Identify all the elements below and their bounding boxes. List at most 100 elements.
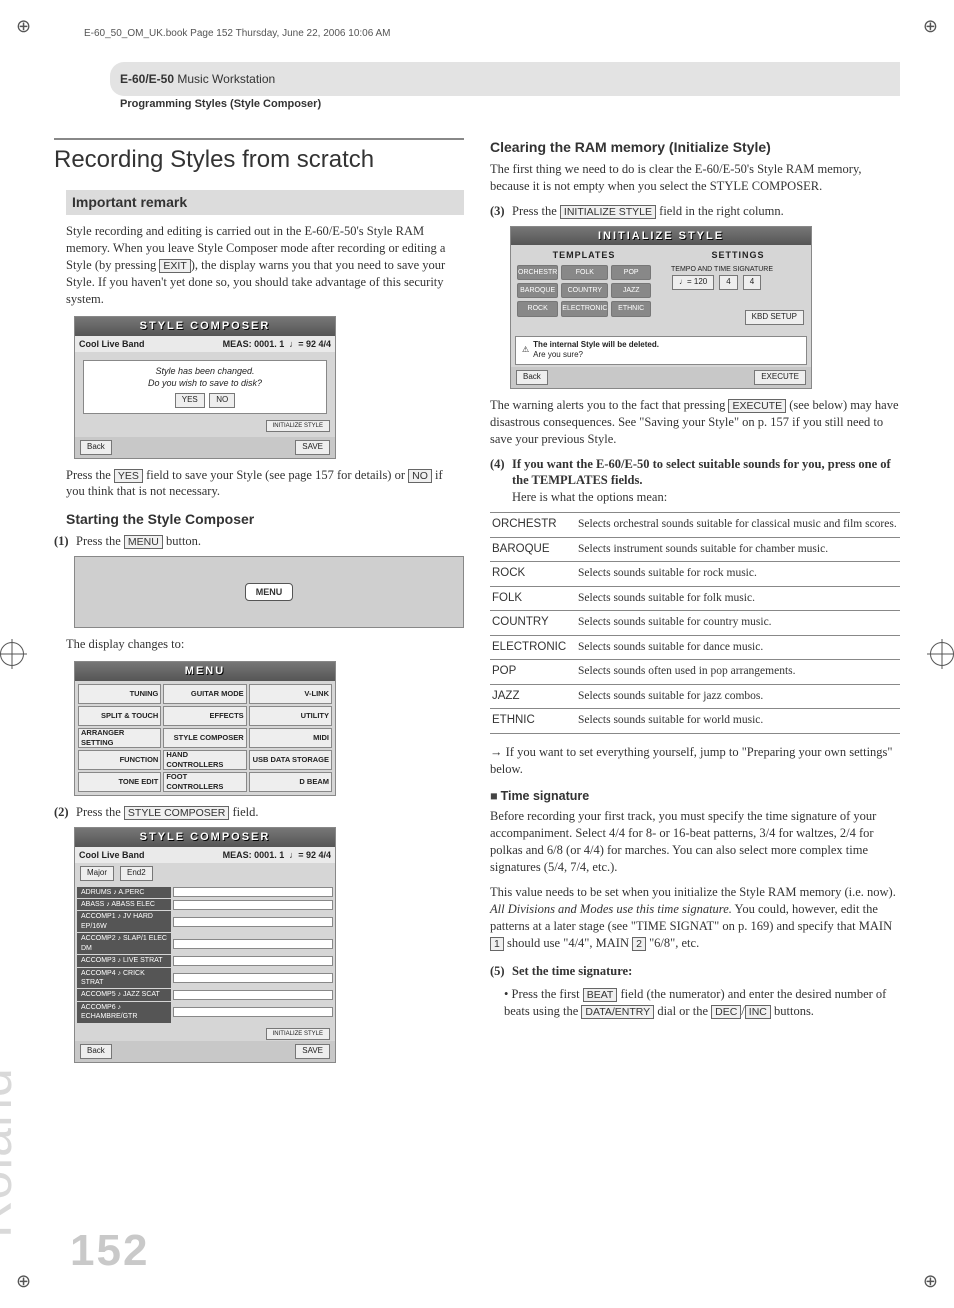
template-button[interactable]: ETHNIC — [611, 301, 651, 316]
template-button[interactable]: BAROQUE — [517, 283, 558, 298]
clear-body-text: The first thing we need to do is clear t… — [490, 161, 900, 195]
screenshot-title: STYLE COMPOSER — [75, 317, 335, 336]
time-signature-heading: Time signature — [490, 788, 900, 805]
track-label[interactable]: ABASS ♪ ABASS ELEC — [77, 899, 171, 910]
warning-icon: ⚠ — [522, 345, 529, 356]
tempo-field[interactable]: ♩= 120 — [672, 275, 714, 290]
menu-item[interactable]: HAND CONTROLLERS — [163, 750, 246, 770]
registration-mark-icon — [930, 642, 954, 666]
step-number: (4) — [490, 456, 512, 507]
template-button[interactable]: FOLK — [561, 265, 608, 280]
template-button[interactable]: ELECTRONIC — [561, 301, 608, 316]
table-row: ETHNICSelects sounds suitable for world … — [490, 709, 900, 734]
starting-composer-heading: Starting the Style Composer — [66, 510, 464, 529]
beat-numerator[interactable]: 4 — [719, 275, 737, 290]
menu-item[interactable]: UTILITY — [249, 706, 332, 726]
data-entry-label: DATA/ENTRY — [581, 1005, 654, 1019]
book-meta-line: E-60_50_OM_UK.book Page 152 Thursday, Ju… — [84, 28, 391, 39]
screenshot-style-composer-save: STYLE COMPOSER Cool Live Band MEAS: 0001… — [74, 316, 336, 459]
save-button[interactable]: SAVE — [295, 1044, 330, 1059]
track-label[interactable]: ADRUMS ♪ A.PERC — [77, 887, 171, 898]
back-button[interactable]: Back — [516, 370, 548, 385]
template-button[interactable]: POP — [611, 265, 651, 280]
clearing-ram-heading: Clearing the RAM memory (Initialize Styl… — [490, 138, 900, 157]
menu-item[interactable]: V-LINK — [249, 684, 332, 704]
initialize-style-button[interactable]: INITIALIZE STYLE — [266, 1028, 330, 1040]
left-column: Recording Styles from scratch Important … — [54, 138, 464, 1071]
execute-field-label: EXECUTE — [728, 399, 786, 413]
settings-heading: SETTINGS — [671, 249, 805, 261]
menu-callout-label: MENU — [245, 583, 294, 601]
table-row: FOLKSelects sounds suitable for folk mus… — [490, 586, 900, 611]
product-suffix: Music Workstation — [174, 72, 275, 86]
table-row: POPSelects sounds often used in pop arra… — [490, 660, 900, 685]
beat-field-label: BEAT — [583, 988, 618, 1002]
execute-warning-text: The warning alerts you to the fact that … — [490, 397, 900, 448]
track-label[interactable]: ACCOMP1 ♪ JV HARD EP/16W — [77, 911, 171, 932]
back-button[interactable]: Back — [80, 1044, 112, 1059]
table-row: COUNTRYSelects sounds suitable for count… — [490, 611, 900, 636]
menu-item[interactable]: TONE EDIT — [78, 772, 161, 792]
mode-field[interactable]: Major — [80, 866, 114, 881]
menu-item[interactable]: STYLE COMPOSER — [163, 728, 246, 748]
no-button[interactable]: NO — [209, 393, 235, 408]
remark-body: Style recording and editing is carried o… — [66, 223, 464, 307]
division-field[interactable]: End2 — [120, 866, 153, 881]
back-button[interactable]: Back — [80, 440, 112, 455]
no-field-label: NO — [408, 469, 432, 483]
track-label[interactable]: ACCOMP3 ♪ LIVE STRAT — [77, 955, 171, 966]
crop-mark-icon: ⊕ — [923, 16, 938, 37]
kbd-setup-button[interactable]: KBD SETUP — [745, 310, 804, 325]
table-row: BAROQUESelects instrument sounds suitabl… — [490, 537, 900, 562]
menu-item[interactable]: USB DATA STORAGE — [249, 750, 332, 770]
page-number: 152 — [70, 1226, 149, 1276]
beat-denominator[interactable]: 4 — [743, 275, 761, 290]
crop-mark-icon: ⊕ — [923, 1271, 938, 1292]
tsig-paragraph-1: Before recording your first track, you m… — [490, 808, 900, 876]
yes-no-instruction: Press the YES field to save your Style (… — [66, 467, 464, 501]
yes-field-label: YES — [114, 469, 143, 483]
product-name: E-60/E-50 — [120, 72, 174, 86]
templates-heading: TEMPLATES — [517, 249, 651, 261]
step5-bullet: Press the first BEAT field (the numerato… — [504, 986, 900, 1020]
menu-item[interactable]: SPLIT & TOUCH — [78, 706, 161, 726]
track-label[interactable]: ACCOMP6 ♪ ECHAMBRE/GTR — [77, 1002, 171, 1023]
menu-item[interactable]: EFFECTS — [163, 706, 246, 726]
table-row: ORCHESTRSelects orchestral sounds suitab… — [490, 513, 900, 538]
menu-item[interactable]: ARRANGER SETTING — [78, 728, 161, 748]
screenshot-title: STYLE COMPOSER — [75, 828, 335, 847]
screenshot-menu: MENU TUNING GUITAR MODE V-LINK SPLIT & T… — [74, 661, 336, 796]
style-composer-field-label: STYLE COMPOSER — [124, 806, 229, 820]
exit-button-label: EXIT — [159, 259, 190, 273]
track-label[interactable]: ACCOMP5 ♪ JAZZ SCAT — [77, 989, 171, 1000]
menu-item[interactable]: TUNING — [78, 684, 161, 704]
initialize-style-field-label: INITIALIZE STYLE — [560, 205, 656, 219]
tsig-paragraph-2: This value needs to be set when you init… — [490, 884, 900, 952]
execute-button[interactable]: EXECUTE — [754, 370, 806, 385]
template-button[interactable]: ROCK — [517, 301, 558, 316]
warning-box: ⚠ The internal Style will be deleted.Are… — [515, 336, 807, 366]
menu-button-label: MENU — [124, 535, 163, 549]
menu-item[interactable]: FUNCTION — [78, 750, 161, 770]
song-name: Cool Live Band — [79, 849, 145, 861]
main-1-label: 1 — [490, 937, 504, 951]
track-label[interactable]: ACCOMP4 ♪ CRICK STRAT — [77, 968, 171, 989]
crop-mark-icon: ⊕ — [16, 16, 31, 37]
template-button[interactable]: JAZZ — [611, 283, 651, 298]
menu-item[interactable]: FOOT CONTROLLERS — [163, 772, 246, 792]
save-button[interactable]: SAVE — [295, 440, 330, 455]
menu-item[interactable]: GUITAR MODE — [163, 684, 246, 704]
initialize-style-button[interactable]: INITIALIZE STYLE — [266, 420, 330, 432]
jump-note: → If you want to set everything yourself… — [490, 744, 900, 778]
templates-table: ORCHESTRSelects orchestral sounds suitab… — [490, 512, 900, 734]
step-number: (1) — [54, 533, 76, 550]
menu-item[interactable]: D BEAM — [249, 772, 332, 792]
table-row: ROCKSelects sounds suitable for rock mus… — [490, 562, 900, 587]
template-button[interactable]: ORCHESTR — [517, 265, 558, 280]
right-column: Clearing the RAM memory (Initialize Styl… — [490, 138, 900, 1071]
yes-button[interactable]: YES — [175, 393, 205, 408]
tempo-tsig-label: TEMPO AND TIME SIGNATURE — [671, 265, 805, 274]
template-button[interactable]: COUNTRY — [561, 283, 608, 298]
menu-item[interactable]: MIDI — [249, 728, 332, 748]
track-label[interactable]: ACCOMP2 ♪ SLAP/1 ELEC DM — [77, 933, 171, 954]
